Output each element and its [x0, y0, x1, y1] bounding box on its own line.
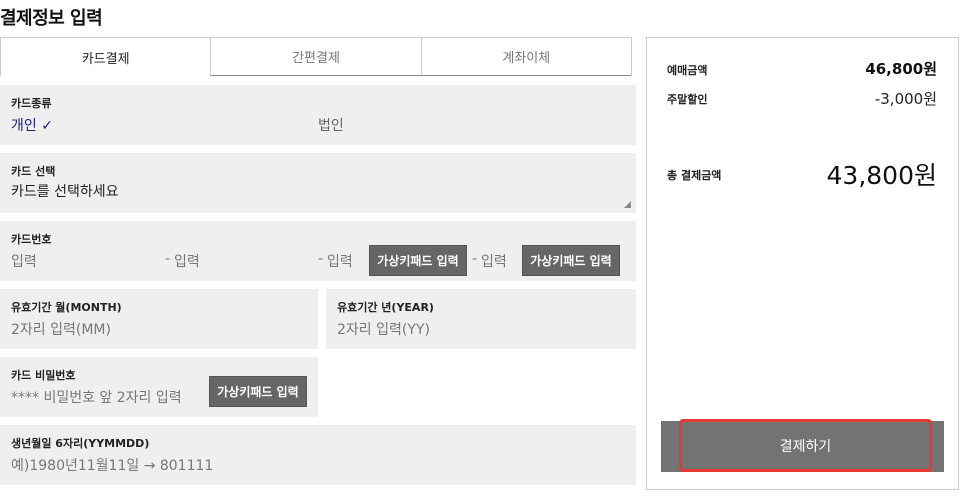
card-password-virtual-keypad-button[interactable]: 가상키패드 입력 — [209, 376, 307, 407]
weekend-discount-value: -3,000원 — [874, 90, 937, 108]
tab-card-payment[interactable]: 카드결제 — [1, 38, 211, 76]
card-number-input-1[interactable]: 입력 — [11, 251, 37, 271]
birth-date-input[interactable]: 예)1980년11월11일 → 801111 — [11, 455, 213, 475]
card-number-dash-2: - — [318, 251, 324, 267]
payment-summary-panel: 예매금액 46,800원 주말할인 -3,000원 총 결제금액 43,800원… — [646, 37, 959, 490]
card-type-personal-label: 개인 — [11, 118, 37, 134]
pay-button-container: 결제하기 — [661, 419, 944, 472]
card-number-input-3[interactable]: 입력 — [327, 251, 353, 271]
card-password-label: 카드 비밀번호 — [11, 369, 76, 382]
total-amount-label: 총 결제금액 — [667, 169, 722, 182]
check-icon: ✓ — [41, 118, 53, 134]
booking-amount-value: 46,800원 — [865, 60, 937, 78]
card-type-personal-option[interactable]: 개인 ✓ — [11, 115, 53, 135]
card-select-dropdown[interactable]: 카드를 선택하세요 — [11, 181, 119, 201]
card-type-corporate-option[interactable]: 법인 — [318, 115, 344, 135]
tab-bank-transfer[interactable]: 계좌이체 — [420, 38, 631, 76]
pay-button[interactable]: 결제하기 — [679, 419, 932, 472]
resize-handle-icon — [624, 201, 631, 208]
birth-date-section: 생년월일 6자리(YYMMDD) 예)1980년11월11일 → 801111 — [0, 425, 636, 485]
card-number-dash-3: - — [472, 251, 478, 267]
card-number-section: 카드번호 입력 - 입력 - 입력 가상키패드 입력 - 입력 가상키패드 입력 — [0, 221, 636, 281]
expiry-month-input[interactable]: 2자리 입력(MM) — [11, 319, 111, 339]
card-number-dash-1: - — [165, 251, 171, 267]
weekend-discount-label: 주말할인 — [667, 93, 708, 106]
expiry-month-label: 유효기간 월(MONTH) — [11, 301, 122, 314]
expiry-year-section: 유효기간 년(YEAR) 2자리 입력(YY) — [326, 289, 636, 349]
card-number-virtual-keypad-button-1[interactable]: 가상키패드 입력 — [369, 245, 467, 276]
card-type-section: 카드종류 개인 ✓ 법인 — [0, 85, 636, 145]
payment-tabs: 카드결제 간편결제 계좌이체 — [0, 37, 632, 76]
card-number-virtual-keypad-button-2[interactable]: 가상키패드 입력 — [522, 245, 620, 276]
expiry-year-input[interactable]: 2자리 입력(YY) — [337, 319, 430, 339]
tab-easy-payment[interactable]: 간편결제 — [210, 38, 421, 76]
expiry-year-label: 유효기간 년(YEAR) — [337, 301, 434, 314]
card-type-label: 카드종류 — [11, 97, 52, 110]
card-number-input-2[interactable]: 입력 — [174, 251, 200, 271]
card-password-input[interactable]: **** 비밀번호 앞 2자리 입력 — [11, 387, 182, 407]
card-select-label: 카드 선택 — [11, 165, 56, 178]
card-password-section: 카드 비밀번호 **** 비밀번호 앞 2자리 입력 가상키패드 입력 — [0, 357, 318, 417]
birth-date-label: 생년월일 6자리(YYMMDD) — [11, 437, 150, 450]
page-title: 결제정보 입력 — [0, 8, 103, 29]
card-number-input-4[interactable]: 입력 — [481, 251, 507, 271]
expiry-month-section: 유효기간 월(MONTH) 2자리 입력(MM) — [0, 289, 318, 349]
booking-amount-label: 예매금액 — [667, 64, 708, 77]
total-amount-value: 43,800원 — [826, 161, 937, 190]
card-select-section[interactable]: 카드 선택 카드를 선택하세요 — [0, 153, 636, 213]
card-number-label: 카드번호 — [11, 233, 52, 246]
